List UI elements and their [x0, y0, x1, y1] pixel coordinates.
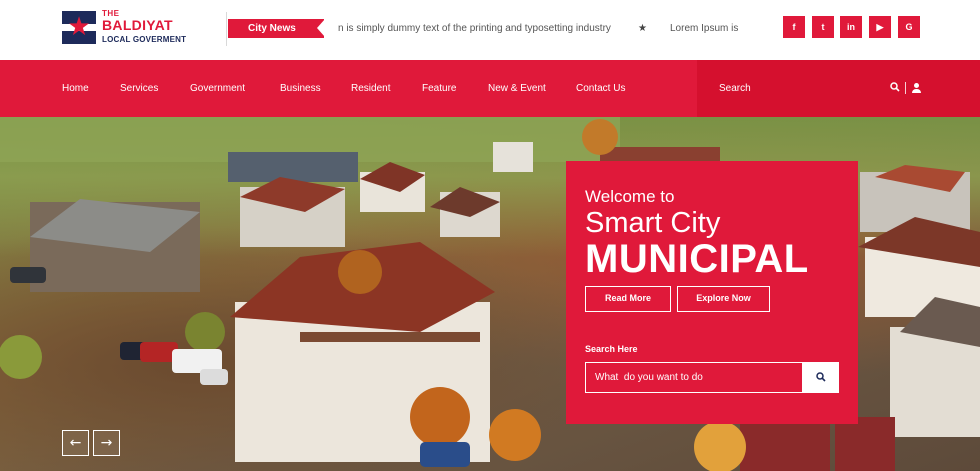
logo-subtitle: LOCAL GOVERMENT — [102, 35, 187, 44]
top-bar: ★ THE BALDIYAT LOCAL GOVERMENT City News… — [0, 0, 980, 60]
user-icon[interactable] — [912, 82, 922, 94]
nav-item-resident[interactable]: Resident — [351, 60, 390, 117]
nav-item-feature[interactable]: Feature — [422, 60, 456, 117]
star-icon: ★ — [638, 23, 647, 34]
ticker-text-1[interactable]: n is simply dummy text of the printing a… — [338, 19, 611, 38]
search-here-label: Search Here — [585, 344, 638, 354]
nav-item-government[interactable]: Government — [190, 60, 245, 117]
search-icon — [816, 372, 826, 382]
news-ticker[interactable]: n is simply dummy text of the printing a… — [338, 19, 738, 38]
youtube-icon[interactable]: ▶ — [869, 16, 891, 38]
main-nav: Home Services Government Business Reside… — [0, 60, 980, 117]
slider-next-button[interactable]: → — [93, 430, 120, 456]
nav-item-services[interactable]: Services — [120, 60, 158, 117]
twitter-icon[interactable]: t — [812, 16, 834, 38]
nav-item-contact-us[interactable]: Contact Us — [576, 60, 625, 117]
nav-item-new-event[interactable]: New & Event — [488, 60, 546, 117]
logo-emblem-icon: ★ — [62, 11, 96, 44]
read-more-button[interactable]: Read More — [585, 286, 671, 312]
hero-welcome-text: Welcome to — [585, 187, 675, 206]
nav-search-area[interactable]: Search — [697, 60, 980, 117]
hero-search-input[interactable] — [585, 362, 803, 393]
logo-text: THE BALDIYAT LOCAL GOVERMENT — [102, 10, 186, 45]
hero-search-button[interactable] — [803, 362, 839, 393]
nav-item-home[interactable]: Home — [62, 60, 89, 117]
hero-search-card: Welcome to Smart City MUNICIPAL Read Mor… — [566, 161, 858, 424]
header-divider — [226, 12, 227, 46]
nav-divider — [905, 82, 906, 94]
hero-title-line2: MUNICIPAL — [585, 237, 809, 281]
social-links: f t in ▶ G — [783, 16, 923, 38]
hero-title-line1: Smart City — [585, 207, 721, 239]
linkedin-icon[interactable]: in — [840, 16, 862, 38]
logo-name: BALDIYAT — [102, 17, 173, 33]
nav-item-business[interactable]: Business — [280, 60, 321, 117]
site-logo[interactable]: ★ THE BALDIYAT LOCAL GOVERMENT — [62, 10, 202, 46]
facebook-icon[interactable]: f — [783, 16, 805, 38]
city-news-label: City News — [228, 19, 325, 38]
search-icon[interactable] — [890, 82, 902, 94]
explore-now-button[interactable]: Explore Now — [677, 286, 770, 312]
nav-search-label[interactable]: Search — [719, 60, 751, 117]
ticker-text-2[interactable]: Lorem Ipsum is — [670, 19, 738, 38]
slider-prev-button[interactable]: ← — [62, 430, 89, 456]
google-icon[interactable]: G — [898, 16, 920, 38]
